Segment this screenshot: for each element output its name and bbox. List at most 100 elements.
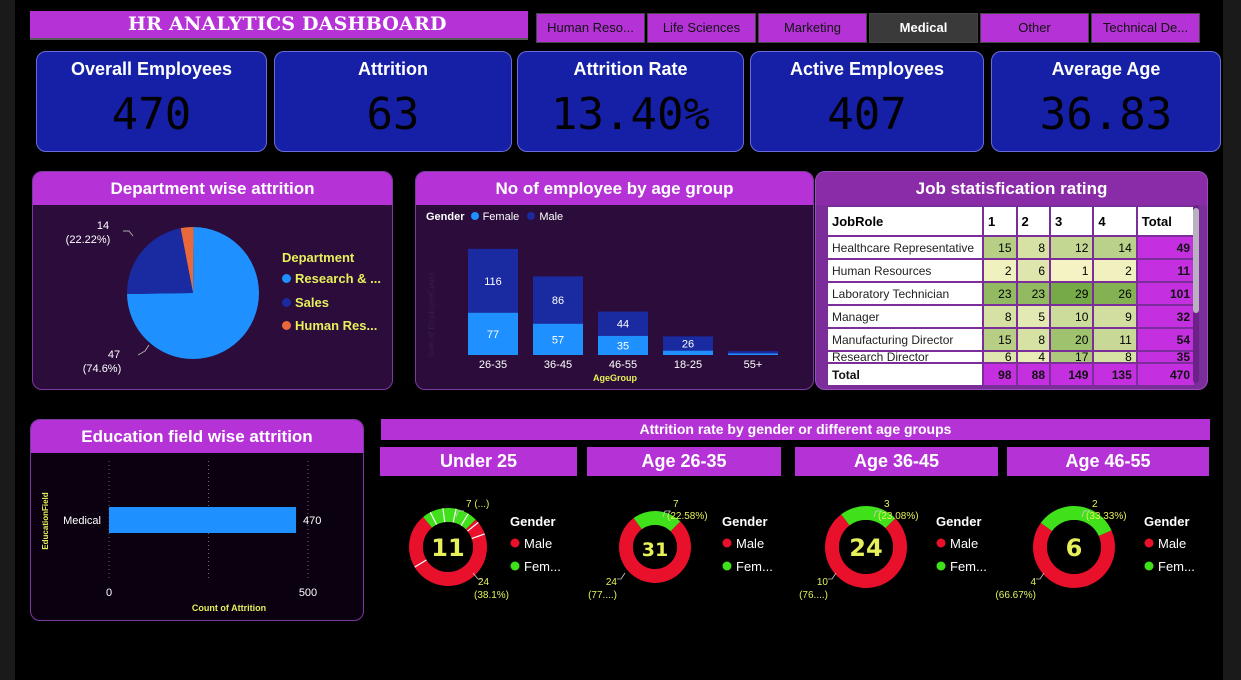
legend-label: Human Res... [295, 318, 378, 333]
bar-value-male: 26 [682, 338, 694, 350]
column-header[interactable]: 1 [984, 207, 1016, 235]
kpi-value: 13.40% [551, 89, 710, 140]
kpi-attrition-rate: Attrition Rate 13.40% [517, 51, 744, 152]
bar-medical[interactable] [109, 507, 297, 533]
table-total-row[interactable]: Total 98 88 149 135 470 [828, 364, 1194, 385]
cell-rating-count: 135 [1094, 364, 1136, 385]
kpi-average-age: Average Age 36.83 [991, 51, 1221, 152]
dashboard-title: HR ANALYTICS DASHBOARD [30, 11, 528, 40]
table-row[interactable]: Laboratory Technician 23 23 29 26 101 [828, 283, 1194, 304]
y-axis-label: EducationField [41, 492, 50, 549]
column-header[interactable]: JobRole [828, 207, 982, 235]
legend-item-sales[interactable]: Sales [282, 295, 329, 310]
legend-label-male[interactable]: Male [1158, 536, 1186, 551]
donut-label-male-pct: (77....) [588, 590, 617, 601]
legend-label-female[interactable]: Fem... [524, 559, 561, 574]
legend-label-female[interactable]: Fem... [950, 559, 987, 574]
legend-item-research[interactable]: Research & ... [282, 271, 381, 286]
column-header[interactable]: 4 [1094, 207, 1136, 235]
cell-rating-count: 8 [1017, 329, 1050, 350]
slicer-marketing[interactable]: Marketing [758, 13, 867, 43]
legend-label-female[interactable]: Fem... [736, 559, 773, 574]
column-header[interactable]: 3 [1051, 207, 1093, 235]
legend-label-female[interactable]: Fem... [1158, 559, 1195, 574]
kpi-label: Average Age [1051, 59, 1161, 79]
kpi-value: 407 [827, 89, 907, 140]
table-row[interactable]: Human Resources 2 6 1 2 11 [828, 260, 1194, 281]
scrollbar-thumb[interactable] [1193, 208, 1199, 313]
legend-dot [282, 274, 291, 283]
cell-rating-count: 26 [1094, 283, 1136, 304]
cell-rating-count: 9 [1094, 306, 1136, 327]
donut-label-female-pct: (33.33%) [1086, 511, 1127, 522]
cell-rating-count: 2 [984, 260, 1016, 281]
legend-label-male[interactable]: Male [524, 536, 552, 551]
kpi-label: Active Employees [789, 59, 945, 79]
legend-item-human-resources[interactable]: Human Res... [282, 318, 377, 333]
slicer-other[interactable]: Other [980, 13, 1089, 43]
panel-title: Department wise attrition [33, 172, 392, 205]
pie-label-pct: (74.6%) [83, 363, 122, 375]
donut-1: 117 (...)24(38.1%) [408, 499, 509, 601]
table-row[interactable]: Manager 8 5 10 9 32 [828, 306, 1194, 327]
cell-total: 470 [1137, 364, 1194, 385]
cell-rating-count: 10 [1051, 306, 1093, 327]
bar-female[interactable] [728, 353, 778, 355]
dept-attrition-panel: Department wise attrition 14 (22.22%) 47… [32, 171, 393, 390]
donut-3: 24 3(23.08%) 10 (76....) [799, 499, 918, 601]
cell-rating-count: 15 [984, 329, 1016, 350]
slicer-life-sciences[interactable]: Life Sciences [647, 13, 756, 43]
bar-value-label: 470 [303, 515, 321, 527]
bar-value-female: 35 [617, 340, 629, 352]
legend-dot-male[interactable] [1144, 538, 1154, 548]
pie-label-count: 14 [97, 220, 109, 232]
pie-label-pct: (22.22%) [66, 234, 111, 246]
table-row[interactable]: Healthcare Representative 15 8 12 14 49 [828, 237, 1194, 258]
bar-value-male: 116 [484, 276, 502, 288]
column-header[interactable]: Total [1137, 207, 1194, 235]
column-header[interactable]: 2 [1017, 207, 1050, 235]
legend-dot-female[interactable] [936, 561, 946, 571]
bar-female[interactable] [663, 350, 713, 355]
legend-dot-male[interactable] [510, 538, 520, 548]
table-row[interactable]: Manufacturing Director 15 8 20 11 54 [828, 329, 1194, 350]
legend-dot-male[interactable] [722, 538, 732, 548]
donut-label-male-pct: (66.67%) [995, 590, 1036, 601]
x-tick-label: 26-35 [479, 359, 507, 371]
cell-total: 101 [1137, 283, 1194, 304]
legend-dot-female[interactable] [722, 561, 732, 571]
legend-label-male[interactable]: Male [950, 536, 978, 551]
legend-title: Department [282, 250, 355, 265]
donut-label-female-count: 2 [1092, 499, 1098, 510]
legend-label-male[interactable]: Male [736, 536, 764, 551]
table-row[interactable]: Research Director 6 4 17 8 35 [828, 352, 1194, 362]
cell-rating-count: 149 [1051, 364, 1093, 385]
education-attrition-panel: Education field wise attrition Education… [30, 419, 364, 621]
cell-rating-count: 17 [1051, 352, 1093, 362]
x-axis-label: Count of Attrition [192, 603, 266, 613]
x-tick-label: 18-25 [674, 359, 702, 371]
donut-label-female-count: 7 (...) [466, 499, 489, 510]
kpi-value: 470 [111, 89, 192, 140]
age-group-panel: No of employee by age group Gender Femal… [415, 171, 814, 390]
legend-title: Gender [1144, 514, 1190, 529]
cell-total: 54 [1137, 329, 1194, 350]
legend-dot [282, 321, 291, 330]
slicer-medical[interactable]: Medical [869, 13, 978, 43]
table-scrollbar[interactable] [1193, 205, 1199, 383]
legend-dot-female[interactable] [510, 561, 520, 571]
x-tick-label: 36-45 [544, 359, 572, 371]
table-header-row: JobRole 1 2 3 4 Total [828, 207, 1194, 235]
kpi-label: Attrition Rate [573, 59, 688, 79]
leader-line [123, 230, 134, 237]
bar-male[interactable] [728, 351, 778, 354]
donut-label-male-count: 4 [1030, 577, 1036, 588]
slicer-human-resources[interactable]: Human Reso... [536, 13, 645, 43]
legend-dot-female[interactable] [1144, 561, 1154, 571]
cell-jobrole: Total [828, 364, 982, 385]
legend-dot-male[interactable] [936, 538, 946, 548]
kpi-label: Attrition [358, 59, 428, 79]
age-header-46-55: Age 46-55 [1007, 447, 1209, 476]
cell-jobrole: Manufacturing Director [828, 329, 982, 350]
slicer-technical-degree[interactable]: Technical De... [1091, 13, 1200, 43]
